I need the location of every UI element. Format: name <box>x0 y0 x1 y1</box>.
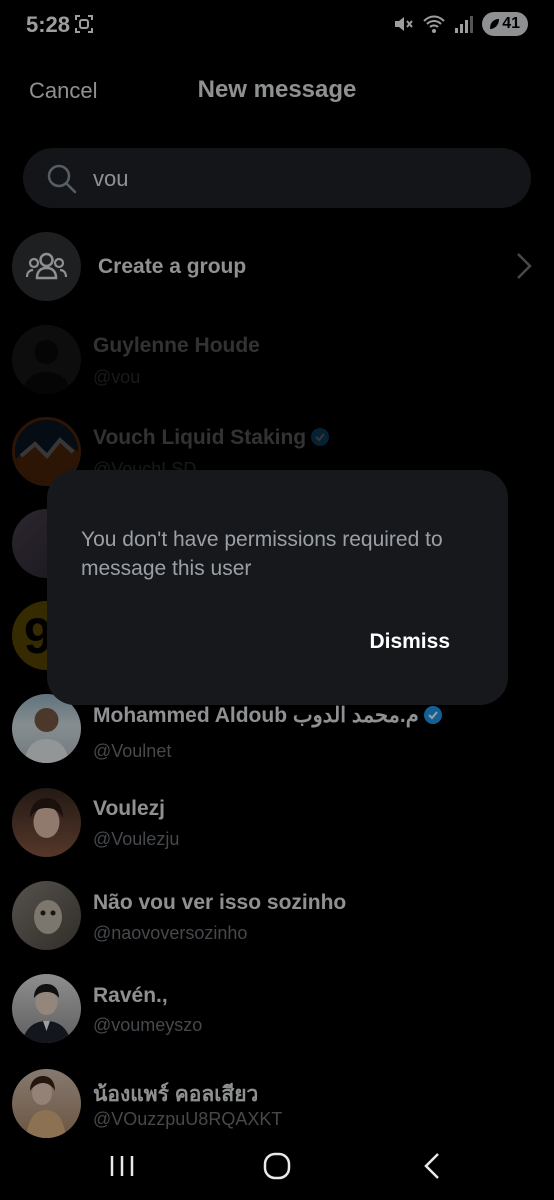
dialog-message: You don't have permissions required to m… <box>81 528 443 580</box>
dismiss-button[interactable]: Dismiss <box>369 630 450 654</box>
recent-apps-icon[interactable] <box>107 1151 137 1181</box>
permission-dialog: You don't have permissions required to m… <box>47 470 508 705</box>
home-icon[interactable] <box>262 1151 292 1181</box>
system-nav-bar <box>0 1135 554 1200</box>
back-icon[interactable] <box>418 1151 448 1181</box>
